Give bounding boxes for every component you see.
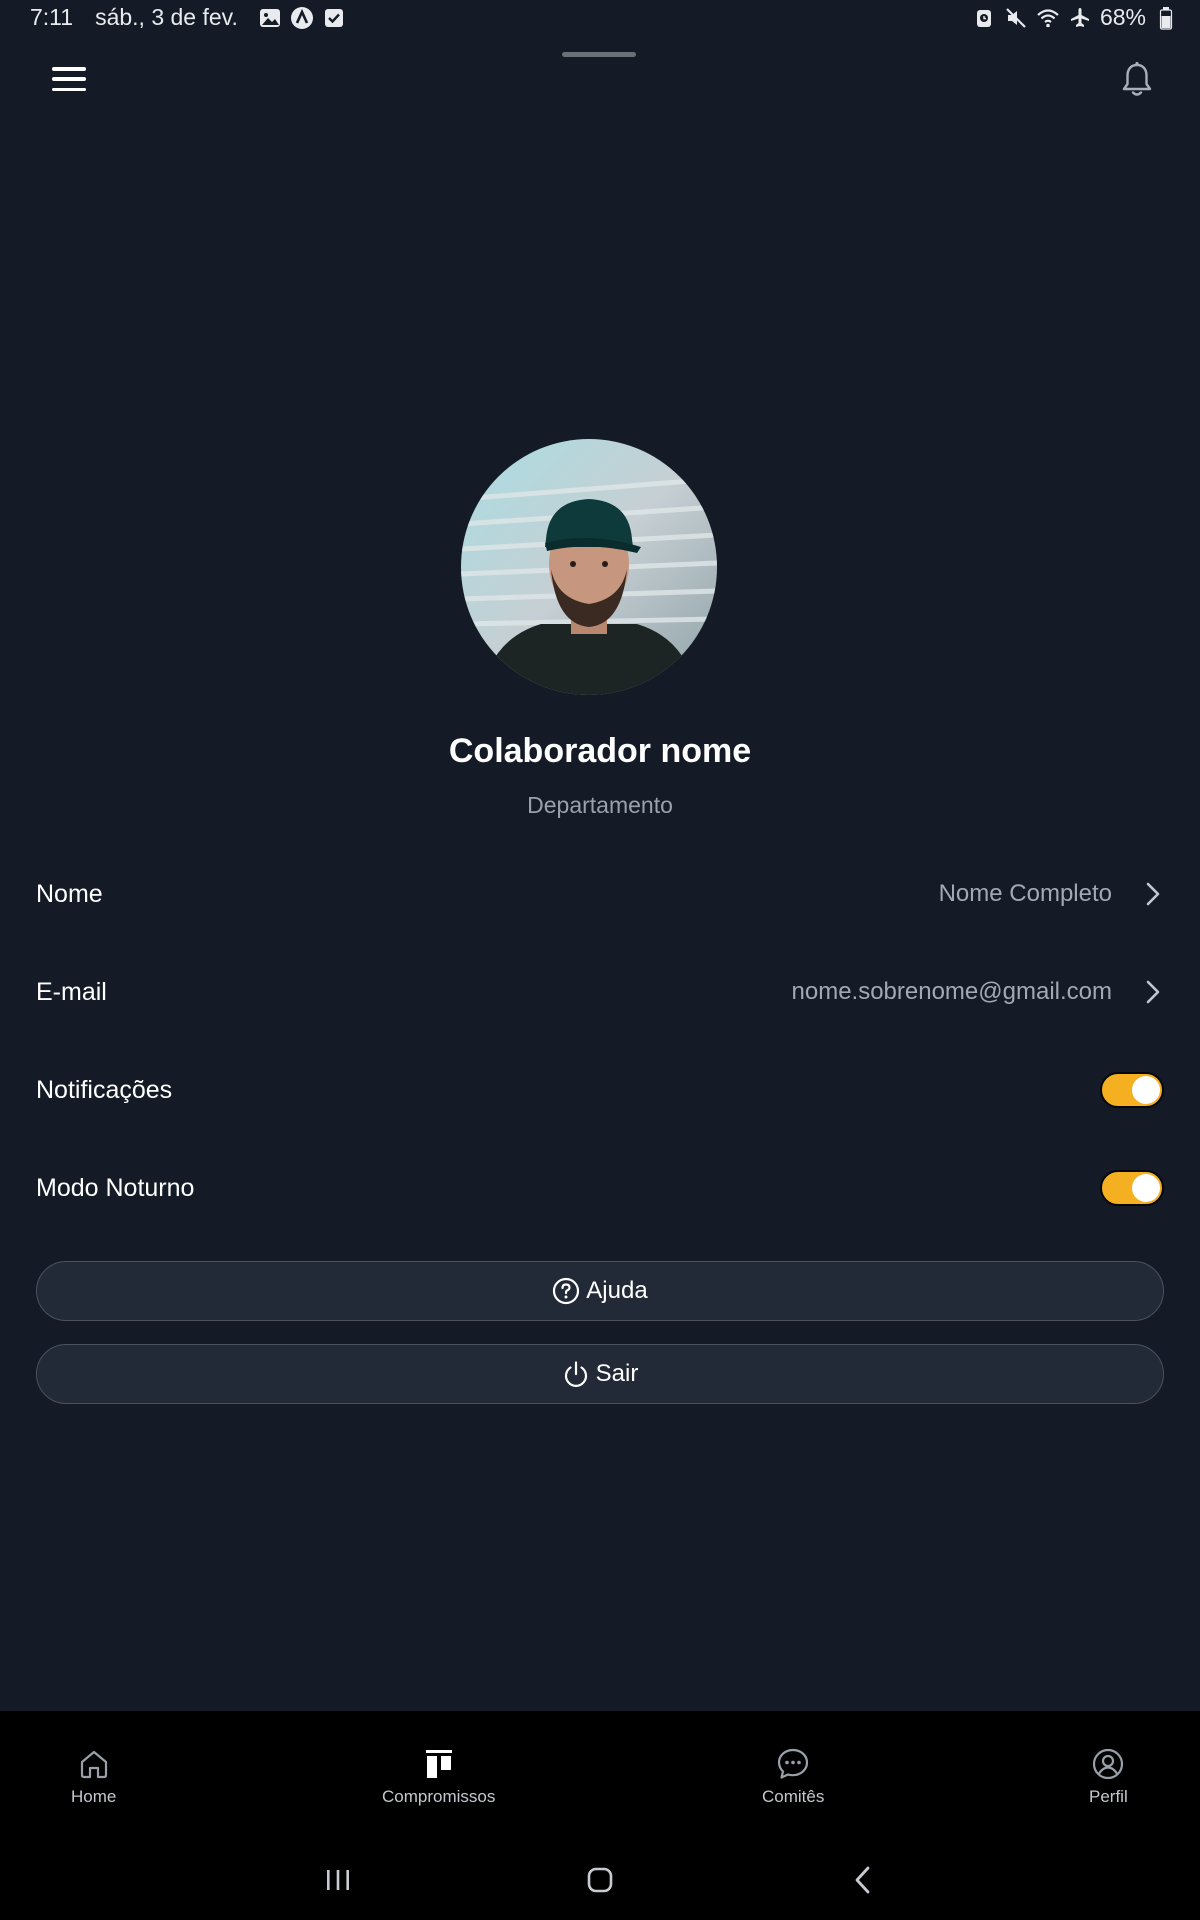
airplane-icon [1068,6,1092,30]
back-icon[interactable] [843,1859,883,1899]
checkbox-icon [322,6,346,30]
chevron-right-icon [1146,882,1160,906]
home-icon [80,1750,107,1779]
user-circle-icon [1093,1748,1124,1780]
home-circle-icon[interactable] [580,1859,620,1899]
logout-label: Sair [595,1360,639,1387]
power-icon [564,1361,587,1387]
profile-name: Colaborador nome [448,732,752,770]
recent-apps-icon[interactable] [318,1859,358,1899]
nav-home-label: Home [71,1787,117,1806]
help-button[interactable]: Ajuda [36,1261,1164,1321]
profile-department: Departamento [527,792,673,818]
kanban-icon [425,1750,452,1778]
name-label: Nome [36,879,103,908]
menu-line [52,87,86,91]
bottom-navigation: Home Compromissos Comitês Perfil [0,1711,1200,1835]
nav-perfil-label: Perfil [1089,1787,1128,1806]
status-date: sáb., 3 de fev. [95,4,238,30]
help-circle-icon [553,1277,580,1305]
name-row[interactable]: Nome Nome Completo [36,864,1164,924]
notifications-toggle[interactable] [1100,1072,1164,1108]
help-label: Ajuda [586,1277,648,1304]
nav-perfil[interactable]: Perfil [1089,1747,1128,1807]
system-navigation-bar [0,1835,1200,1920]
alarm-icon [972,6,996,30]
battery-percentage: 68% [1099,4,1146,30]
bell-icon[interactable] [1118,60,1156,100]
night-mode-toggle[interactable] [1100,1170,1164,1206]
profile-screen: 7:11 sáb., 3 de fev. 68% Colaborador nom… [0,0,1200,1920]
mute-icon [1004,6,1028,30]
notifications-label: Notificações [36,1075,173,1104]
wifi-icon [1036,6,1060,30]
logout-button[interactable]: Sair [36,1344,1164,1404]
night-mode-row: Modo Noturno [36,1158,1164,1218]
nav-comites[interactable]: Comitês [762,1747,824,1807]
nav-compromissos[interactable]: Compromissos [382,1747,495,1807]
battery-icon [1154,6,1178,30]
name-value: Nome Completo [938,880,1112,907]
email-row[interactable]: E-mail nome.sobrenome@gmail.com [36,962,1164,1022]
status-right: 68% [972,4,1178,31]
hamburger-menu-icon[interactable] [46,60,92,98]
status-time: 7:11 [30,4,74,30]
toggle-knob [1132,1076,1160,1104]
menu-line [52,67,86,71]
email-value: nome.sobrenome@gmail.com [791,978,1113,1005]
nav-comites-label: Comitês [762,1787,825,1806]
gallery-icon [258,6,282,30]
status-left: 7:11 sáb., 3 de fev. [30,4,346,31]
app-a-icon [290,6,314,30]
status-notification-icons [258,6,346,30]
notifications-row: Notificações [36,1060,1164,1120]
avatar[interactable] [461,439,717,695]
email-label: E-mail [36,977,107,1006]
nav-compromissos-label: Compromissos [382,1787,496,1806]
nav-home[interactable]: Home [71,1747,116,1807]
status-bar: 7:11 sáb., 3 de fev. 68% [0,0,1200,38]
menu-line [52,77,86,81]
night-mode-label: Modo Noturno [36,1173,195,1202]
toggle-knob [1132,1174,1160,1202]
chevron-right-icon [1146,980,1160,1004]
drag-handle[interactable] [562,52,636,57]
chat-bubble-icon [778,1748,809,1779]
